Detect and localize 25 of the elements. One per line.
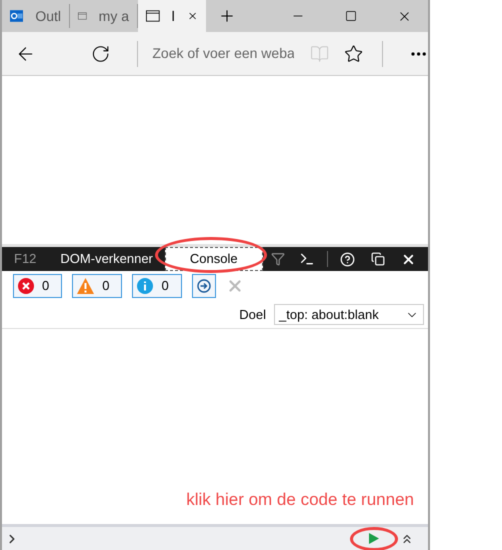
f12-label: F12 [13,250,38,268]
page-icon [146,9,160,23]
filter-button[interactable]: 0 [72,274,122,298]
maximize-icon[interactable] [345,10,357,22]
annotation-text: klik hier om de code te runnen [186,488,414,510]
console-icon[interactable] [299,251,315,267]
error-icon [18,278,34,294]
target-dropdown[interactable]: _top: about:blank [274,304,424,325]
target-label: Doel [239,306,266,324]
filter-button[interactable]: 0 [13,274,62,298]
filter-button[interactable]: 0 [132,274,182,298]
mail-app-icon [10,8,24,24]
devtools-tab[interactable]: Console [164,247,263,271]
clear-on-navigate-button[interactable] [192,274,216,298]
browser-tab[interactable]: Outl [2,4,70,28]
run-icon[interactable] [369,533,379,544]
help-icon[interactable] [340,252,355,266]
info-icon [137,278,154,294]
undock-icon[interactable] [371,252,385,266]
arrow-circle-icon [196,279,211,293]
warning-icon [77,278,94,294]
devtools-tab[interactable]: DOM-verkenner [60,247,165,271]
refresh-icon[interactable] [91,44,110,64]
browser-tab[interactable]: l [138,0,206,32]
star-icon[interactable] [344,44,363,64]
